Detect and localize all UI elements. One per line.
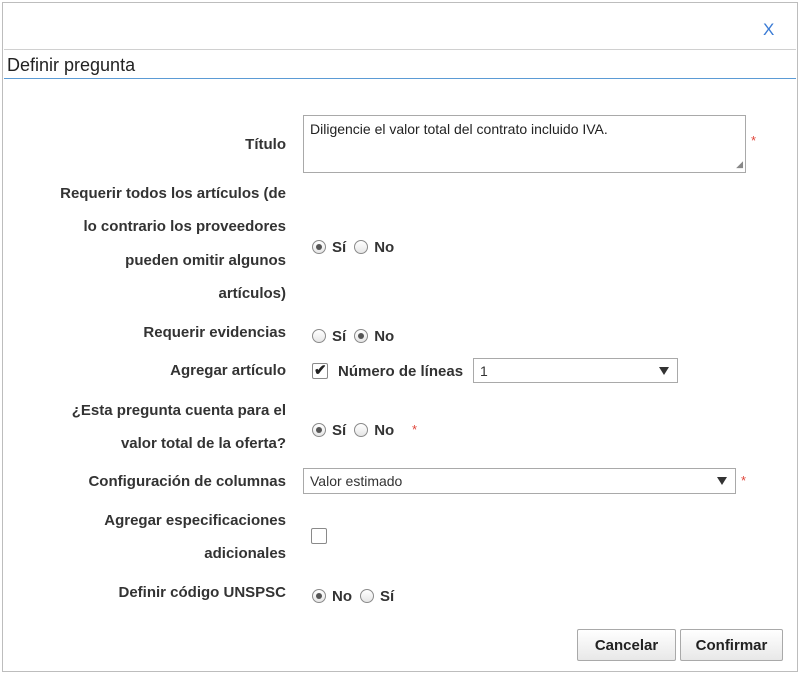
agregar-articulo-label: Agregar artículo [170,362,286,379]
especificaciones-controls [311,527,327,545]
requerir-articulos-options: Sí No [312,237,402,257]
cuenta-valor-options: Sí No [312,420,402,440]
requerir-articulos-no-label: No [374,238,395,256]
cancel-button[interactable]: Cancelar [577,629,676,661]
config-columnas-value: Valor estimado [310,473,403,489]
requerir-evidencias-si-radio[interactable] [312,329,326,343]
requerir-evidencias-label: Requerir evidencias [143,324,286,341]
cuenta-valor-no-radio[interactable] [354,423,369,437]
cuenta-valor-label-line2: valor total de la oferta? [120,435,286,452]
close-button[interactable]: X [763,20,774,40]
agregar-articulo-checkbox[interactable]: ✔ [312,362,328,379]
requerir-articulos-label-line1: Requerir todos los artículos (de [60,185,286,202]
unspsc-no-label: No [332,587,352,605]
config-columnas-required-mark: * [741,473,747,488]
unspsc-options: No Sí [312,586,402,606]
especificaciones-label-line1: Agregar especificaciones [104,512,286,529]
config-columnas-label: Configuración de columnas [88,473,286,490]
unspsc-si-label: Sí [380,587,395,605]
confirm-button[interactable]: Confirmar [680,629,783,661]
agregar-articulo-controls: ✔ Número de líneas [312,360,463,382]
cuenta-valor-no-label: No [374,421,395,439]
cuenta-valor-si-label: Sí [332,421,347,439]
titulo-label: Título [245,136,286,153]
cuenta-valor-label-line1: ¿Esta pregunta cuenta para el [71,402,286,419]
cuenta-valor-required-mark: * [412,422,418,437]
requerir-articulos-label-line3: pueden omitir algunos [125,252,286,269]
requerir-articulos-label-line4: artículos) [218,285,286,302]
requerir-evidencias-no-radio[interactable] [354,329,369,343]
cuenta-valor-si-radio[interactable] [312,423,326,437]
requerir-articulos-si-label: Sí [332,238,347,256]
numero-lineas-select[interactable]: 1 [473,358,678,383]
requerir-evidencias-si-label: Sí [332,327,347,345]
unspsc-no-radio[interactable] [312,589,326,603]
especificaciones-checkbox[interactable] [311,528,327,544]
unspsc-label: Definir código UNSPSC [118,584,286,601]
titulo-value: Diligencie el valor total del contrato i… [310,121,608,137]
requerir-evidencias-no-label: No [374,327,395,345]
especificaciones-label-line2: adicionales [204,545,286,562]
resize-handle-icon[interactable]: ◢ [736,159,743,170]
requerir-articulos-no-radio[interactable] [354,240,369,254]
titulo-required-mark: * [751,133,757,148]
dropdown-arrow-icon [717,477,727,485]
checkmark-icon: ✔ [314,362,327,379]
config-columnas-select[interactable]: Valor estimado [303,468,736,494]
header-divider [4,49,796,50]
unspsc-si-radio[interactable] [360,589,374,603]
requerir-articulos-label-line2: lo contrario los proveedores [83,218,286,235]
title-underline [4,78,796,79]
numero-lineas-label: Número de líneas [338,362,464,380]
requerir-articulos-si-radio[interactable] [312,240,326,254]
titulo-textarea[interactable]: Diligencie el valor total del contrato i… [303,115,746,173]
numero-lineas-value: 1 [480,362,488,379]
requerir-evidencias-options: Sí No [312,326,402,346]
dropdown-arrow-icon [659,366,669,375]
dialog-title: Definir pregunta [7,55,136,75]
